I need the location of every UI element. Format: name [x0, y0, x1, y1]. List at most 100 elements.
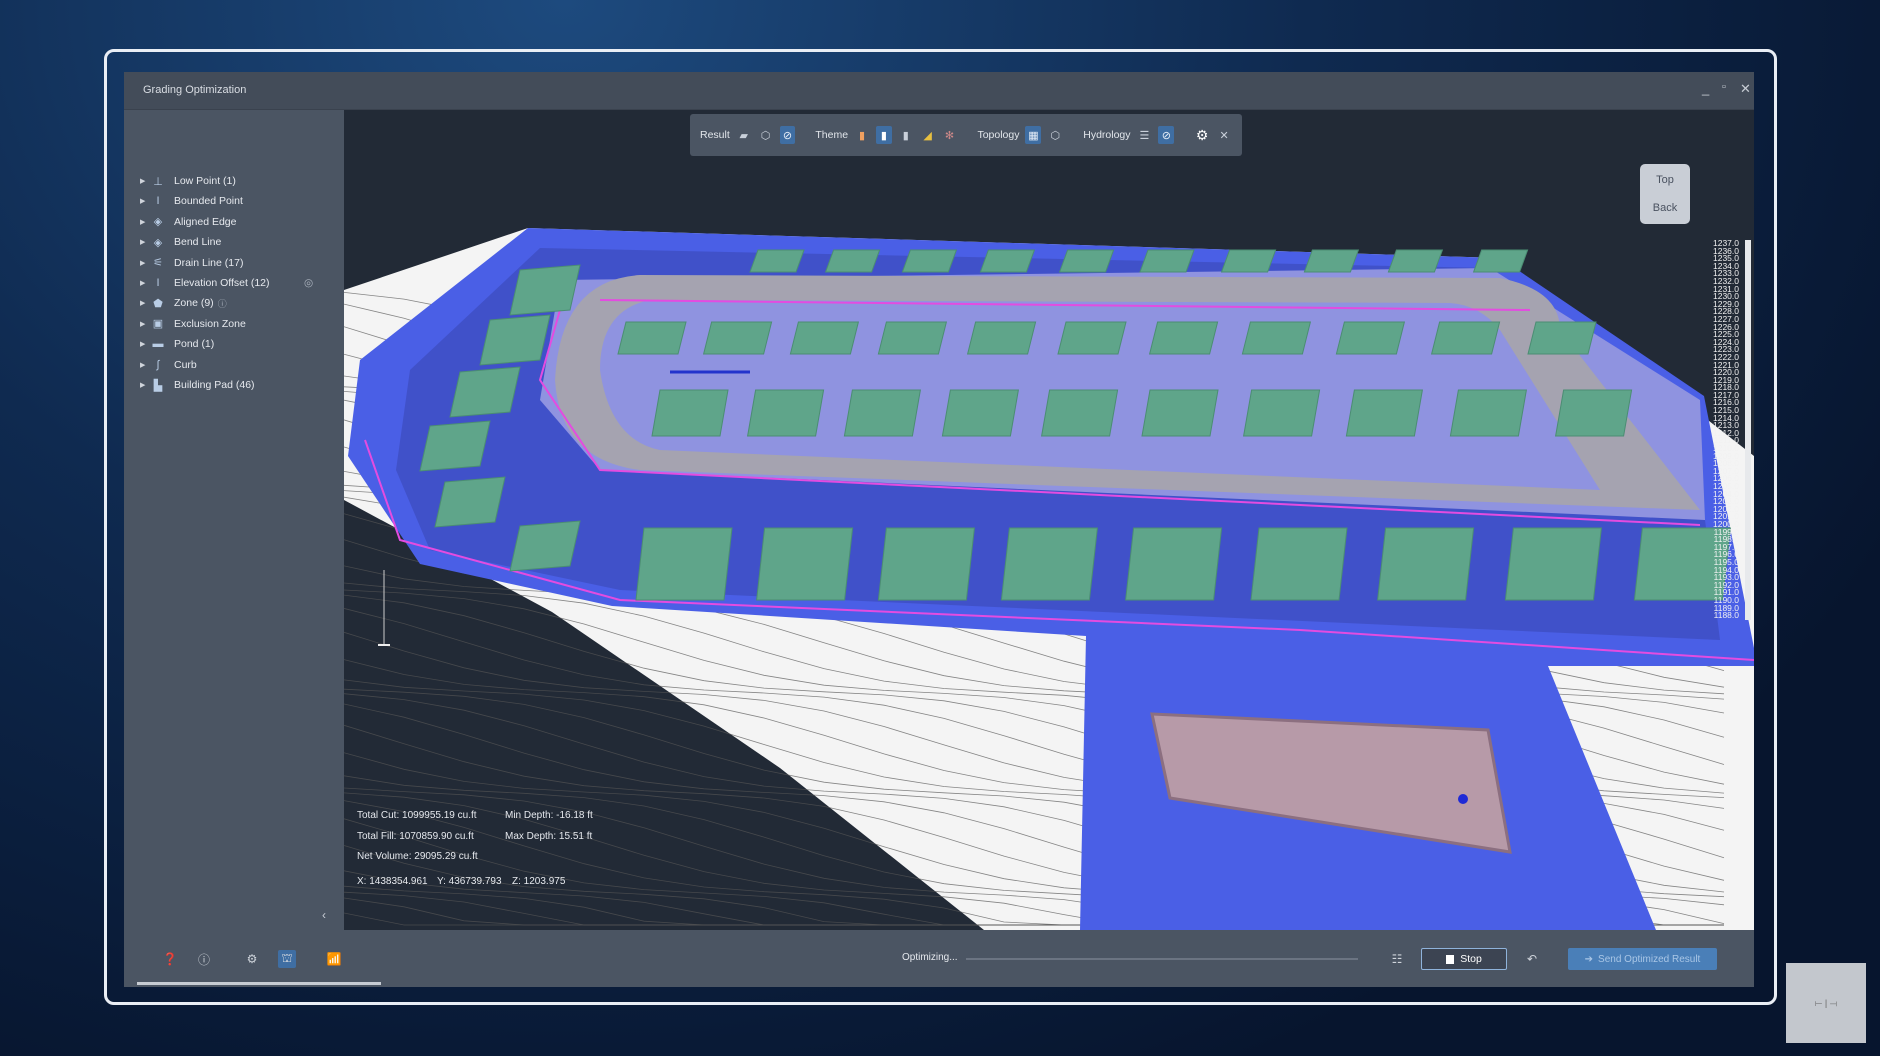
building-pad [749, 249, 805, 273]
none-result-icon[interactable]: ⊘ [779, 126, 796, 144]
building-pad [617, 321, 687, 355]
coord-x: X: 1438354.961 [357, 875, 428, 887]
topology-mesh-icon[interactable]: ⬡ [1047, 126, 1063, 144]
expand-arrow-icon[interactable]: ▶ [140, 361, 150, 369]
building-pad [1141, 389, 1219, 437]
restore-button[interactable]: ▫ [1722, 81, 1726, 93]
slope-icon[interactable]: ◢ [920, 126, 936, 144]
settings-icon[interactable]: ⚙ [243, 950, 261, 968]
tree-item-label: Aligned Edge [174, 215, 237, 228]
tree-item[interactable]: ▶ ⚟ Drain Line (17) [140, 254, 243, 272]
expand-arrow-icon[interactable]: ▶ [140, 299, 150, 307]
tree-item[interactable]: ▶ I Elevation Offset (12) ◎ [140, 274, 313, 292]
building-pad [419, 420, 491, 472]
total-fill: Total Fill: 1070859.90 cu.ft [357, 830, 474, 842]
stop-label: Stop [1460, 953, 1482, 965]
building-pad [434, 476, 506, 528]
none-hydrology-icon[interactable]: ⊘ [1158, 126, 1175, 144]
building-pad [1243, 389, 1321, 437]
expand-arrow-icon[interactable]: ▶ [140, 259, 150, 267]
tree-item[interactable]: ▶ ⬟ Zone (9) ⓘ [140, 294, 227, 312]
stop-icon [1446, 954, 1455, 964]
view-cube-top[interactable]: Top [1640, 166, 1690, 194]
drain-line-icon: ⚟ [153, 257, 163, 270]
constraint-tree: ▶ ⊥ Low Point (1) ▶ I Bounded Point ▶ ◈ Aligned … [124, 110, 344, 930]
min-depth: Min Depth: -16.18 ft [505, 810, 593, 821]
report-chart-icon[interactable]: 📶 [325, 950, 343, 968]
gear-icon[interactable]: ⚙ [1194, 126, 1210, 144]
tree-item[interactable]: ▶ ▬ Pond (1) [140, 335, 214, 353]
expand-arrow-icon[interactable]: ▶ [140, 197, 150, 205]
coord-y: Y: 436739.793 [437, 875, 502, 887]
low-point-icon: ⊥ [153, 175, 163, 188]
undo-icon[interactable]: ↶ [1523, 950, 1541, 968]
low-point-marker [1458, 794, 1468, 804]
send-optimized-result-button[interactable]: ➔ Send Optimized Result [1568, 948, 1717, 970]
status-text: Optimizing... [902, 952, 958, 963]
tree-item[interactable]: ▶ ▣ Exclusion Zone [140, 315, 246, 333]
theme-label: Theme [815, 129, 849, 141]
window-title: Grading Optimization [143, 84, 247, 96]
hydrology-flow-icon[interactable]: ☰ [1137, 126, 1153, 144]
tree-item-label: Exclusion Zone [174, 317, 246, 330]
expand-arrow-icon[interactable]: ▶ [140, 177, 150, 185]
tree-item[interactable]: ▶ ∫ Curb [140, 356, 197, 374]
building-pad [1472, 249, 1529, 273]
expand-arrow-icon[interactable]: ▶ [140, 279, 150, 287]
minimize-button[interactable]: _ [1702, 81, 1709, 96]
view-cube-back[interactable]: Back [1640, 194, 1690, 222]
building-pad [1303, 249, 1360, 273]
thumbnail-icon: ⟝ | ⟞ [1814, 997, 1838, 1008]
exclusion-zone-icon: ▣ [152, 318, 164, 331]
stop-button[interactable]: Stop [1421, 948, 1507, 970]
building-pad [1000, 527, 1098, 601]
building-pad [1504, 527, 1602, 601]
building-pad [702, 321, 773, 355]
tree-item[interactable]: ▶ ⊥ Low Point (1) [140, 172, 236, 190]
building-pad [1335, 321, 1406, 355]
close-button[interactable]: ✕ [1740, 81, 1751, 97]
tree-item[interactable]: ▶ I Bounded Point [140, 192, 243, 210]
bounded-point-icon: I [156, 195, 160, 208]
mesh-icon[interactable]: ⬡ [758, 126, 774, 144]
theme-color-icon[interactable]: ▮ [854, 126, 870, 144]
site-view-icon[interactable]: ⛫ [278, 950, 296, 968]
view-cube[interactable]: Top Back [1640, 164, 1690, 224]
building-pad [789, 321, 860, 355]
theme-white-icon[interactable]: ▮ [875, 126, 892, 144]
horizontal-scrollbar[interactable] [137, 982, 381, 985]
topology-grid-icon[interactable]: ▦ [1025, 126, 1042, 144]
collapse-sidebar-icon[interactable]: ‹ [322, 908, 326, 922]
scale-label: 1188.0 [1713, 610, 1739, 621]
building-pad [1449, 389, 1527, 437]
3d-viewport[interactable]: Result ▰ ⬡ ⊘ Theme ▮ ▮ ▮ ◢ ✻ Topology ▦ … [344, 110, 1754, 930]
tree-item[interactable]: ▶ ◈ Aligned Edge [140, 213, 236, 231]
help-icon[interactable]: ❓ [161, 950, 179, 968]
expand-arrow-icon[interactable]: ▶ [140, 218, 150, 226]
close-toolbar-icon[interactable]: ✕ [1216, 126, 1232, 144]
bend-line-icon: ◈ [153, 236, 163, 249]
tree-item[interactable]: ▶ ◈ Bend Line [140, 233, 221, 251]
list-icon[interactable]: ☷ [1388, 950, 1406, 968]
info-icon[interactable]: ⓘ [195, 950, 213, 968]
building-pad [1377, 527, 1475, 601]
elevation-scale-bar [1745, 240, 1751, 620]
tree-item-label: Low Point (1) [174, 175, 236, 187]
expand-arrow-icon[interactable]: ▶ [140, 340, 150, 348]
building-pad [509, 520, 581, 572]
visibility-off-icon[interactable]: ◎ [304, 277, 313, 289]
result-label: Result [700, 129, 730, 141]
building-pad [1555, 389, 1633, 437]
expand-arrow-icon[interactable]: ▶ [140, 381, 150, 389]
tree-item[interactable]: ▶ ▙ Building Pad (46) [140, 376, 255, 394]
info-icon[interactable]: ⓘ [218, 297, 227, 310]
curb-icon: ∫ [156, 358, 160, 371]
building-pad [1430, 321, 1501, 355]
presenter-thumbnail: ⟝ | ⟞ [1786, 963, 1866, 1043]
building-pad [843, 389, 921, 437]
expand-arrow-icon[interactable]: ▶ [140, 238, 150, 246]
expand-arrow-icon[interactable]: ▶ [140, 320, 150, 328]
aspect-icon[interactable]: ✻ [942, 126, 958, 144]
cut-fill-icon[interactable]: ▰ [736, 126, 752, 144]
theme-gray-icon[interactable]: ▮ [898, 126, 914, 144]
